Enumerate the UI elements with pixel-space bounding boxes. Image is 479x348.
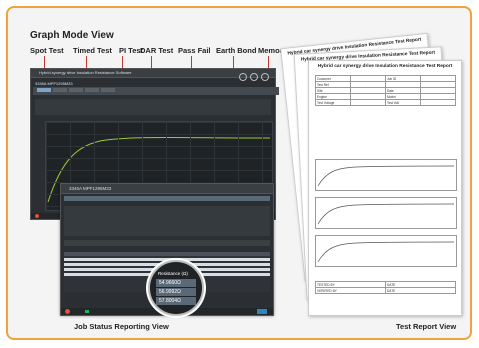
job-tab-strip[interactable] <box>64 196 270 201</box>
resistance-magnifier: Resistance (Ω) 54.9660Ω 56.9992Ω 57.8004… <box>148 260 204 316</box>
settings-panel <box>35 99 271 115</box>
tab-pass-fail[interactable] <box>101 88 115 92</box>
record-icon[interactable] <box>65 309 70 314</box>
report-signoff-table: TESTED BY DATE VERIFIED BY DATE <box>315 281 456 294</box>
job-filter-row[interactable] <box>64 240 270 246</box>
report-graph <box>315 159 457 191</box>
settings-icon[interactable] <box>239 73 247 81</box>
caption-job-status: Job Status Reporting View <box>74 322 169 331</box>
mode-tabs <box>33 87 279 95</box>
feature-timed-test: Timed Test <box>73 46 112 55</box>
feature-pass-fail: Pass Fail <box>178 46 211 55</box>
tab-pi[interactable] <box>69 88 83 92</box>
report-title: Hybrid car synergy drive Insulation Resi… <box>317 64 453 69</box>
job-settings-panel <box>64 206 270 236</box>
ok-indicator <box>85 310 89 313</box>
info-icon[interactable] <box>250 73 258 81</box>
page-title: Graph Mode View <box>30 30 114 41</box>
feature-earth-bond: Earth Bond <box>216 46 257 55</box>
tab-timed[interactable] <box>53 88 67 92</box>
resistance-value: 54.9660Ω <box>156 279 196 287</box>
export-button[interactable] <box>257 309 267 314</box>
window-toolbar <box>239 73 269 81</box>
tab-dar[interactable] <box>85 88 99 92</box>
report-graph <box>315 197 457 229</box>
report-info-table: Customer Job ID Test Ref Site Date Engine M… <box>315 75 456 106</box>
device-label: 3345A MPF1295M33 <box>35 81 73 86</box>
close-icon[interactable] <box>261 73 269 81</box>
record-icon[interactable] <box>35 214 39 218</box>
caption-test-report: Test Report View <box>396 322 457 331</box>
resistance-value: 56.9992Ω <box>156 288 196 296</box>
feature-dar-test: DAR Test <box>140 46 174 55</box>
resistance-value: 57.8004Ω <box>156 297 196 305</box>
report-graph <box>315 235 457 267</box>
job-device-label: 3345A MPF1295M33 <box>69 186 112 191</box>
feature-spot-test: Spot Test <box>30 46 64 55</box>
report-page-front: Hybrid car synergy drive Insulation Resi… <box>308 60 462 316</box>
tab-spot[interactable] <box>37 88 51 92</box>
